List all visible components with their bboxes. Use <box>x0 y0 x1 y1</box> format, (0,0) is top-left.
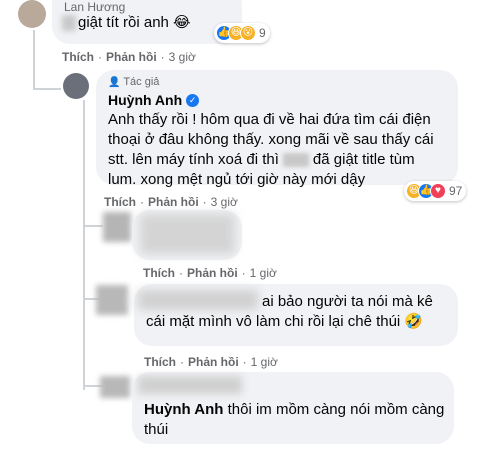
like-button[interactable]: Thích <box>144 355 176 369</box>
reaction-count: 9 <box>259 26 266 40</box>
comment-line: thôi im mồm càng nói mồm càng <box>227 401 445 418</box>
thread-connector-reply3 <box>83 225 103 227</box>
reaction-summary[interactable]: 😆 👍 ♥ 97 <box>404 181 467 201</box>
comment-actions: Thích · Phản hồi · 1 giờ <box>144 355 278 369</box>
redacted-text <box>282 153 309 168</box>
comment-bubble: Lan Hương giật tít rồi anh 😂 <box>52 0 242 44</box>
comment-bubble: Huỳnh Anh thôi im mồm càng nói mồm càng … <box>132 372 454 444</box>
reply-button[interactable]: Phản hồi <box>148 195 199 209</box>
mention-link[interactable]: Huỳnh Anh <box>144 401 223 418</box>
thread-line-connector <box>33 88 61 90</box>
reaction-summary[interactable]: 👍 😆 😮 9 <box>214 23 270 43</box>
author-badge-icon: 👤 <box>108 77 121 88</box>
comment-actions: Thích · Phản hồi · 3 giờ <box>104 195 238 209</box>
redacted-text <box>62 15 76 31</box>
comment-line: thoại ở đâu không thấy. xong mãi về sau … <box>108 131 434 148</box>
comment-line: lum. xong mệt ngủ tới giờ này mới dậy <box>108 171 366 188</box>
avatar[interactable] <box>63 73 89 99</box>
reaction-count: 97 <box>449 184 463 198</box>
comment-text: Huỳnh Anh thôi im mồm càng nói mồm càng <box>144 400 444 420</box>
comment-text: ai bảo người ta nói mà kê <box>262 293 433 310</box>
wow-reaction-icon: 😮 <box>240 25 256 41</box>
author-badge-label: Tác giả <box>123 76 160 88</box>
reply-button[interactable]: Phản hồi <box>106 50 157 64</box>
timestamp[interactable]: 3 giờ <box>169 50 196 64</box>
timestamp[interactable]: 3 giờ <box>211 195 238 209</box>
comment-actions: Thích · Phản hồi · 1 giờ <box>143 266 277 280</box>
avatar[interactable] <box>18 0 46 28</box>
reply-button[interactable]: Phản hồi <box>188 355 239 369</box>
comment-text: thúi <box>144 421 169 438</box>
comment-author[interactable]: Lan Hương <box>64 0 125 14</box>
redacted-text <box>140 214 235 254</box>
redacted-text <box>138 290 258 310</box>
comment-text: Anh thấy rồi ! hôm qua đi về hai đứa tìm… <box>108 110 453 190</box>
redacted-text <box>138 376 242 394</box>
comment-bubble: ai bảo người ta nói mà kê cái mặt mình v… <box>134 284 458 346</box>
avatar[interactable] <box>100 376 130 398</box>
comment-line: Anh thấy rồi ! hôm qua đi về hai đứa tìm… <box>108 111 431 128</box>
timestamp[interactable]: 1 giờ <box>250 266 277 280</box>
reply-button[interactable]: Phản hồi <box>187 266 238 280</box>
like-button[interactable]: Thích <box>62 50 94 64</box>
avatar[interactable] <box>96 285 128 315</box>
avatar[interactable] <box>103 212 131 242</box>
comment-actions: Thích · Phản hồi · 3 giờ <box>62 50 196 64</box>
author-badge: 👤 Tác giả <box>108 76 159 88</box>
comment-author[interactable]: Huỳnh Anh <box>108 92 182 108</box>
like-button[interactable]: Thích <box>104 195 136 209</box>
timestamp[interactable]: 1 giờ <box>251 355 278 369</box>
thread-line-main <box>33 30 35 90</box>
love-reaction-icon: ♥ <box>430 183 446 199</box>
comment-line: stt. lên máy tính xoá đi thì đã giật titl… <box>108 151 415 168</box>
comment-bubble: 👤 Tác giả Huỳnh Anh ✓ Anh thấy rồi ! hôm… <box>96 70 458 188</box>
like-button[interactable]: Thích <box>143 266 175 280</box>
comment-header: Huỳnh Anh ✓ <box>108 92 200 108</box>
thread-line-replies <box>83 100 85 390</box>
comment-text: giật tít rồi anh 😂 <box>78 14 191 31</box>
verified-badge-icon: ✓ <box>186 93 200 107</box>
comment-text: cái mặt mình vô làm chi rồi lại chê thúi… <box>146 313 424 330</box>
